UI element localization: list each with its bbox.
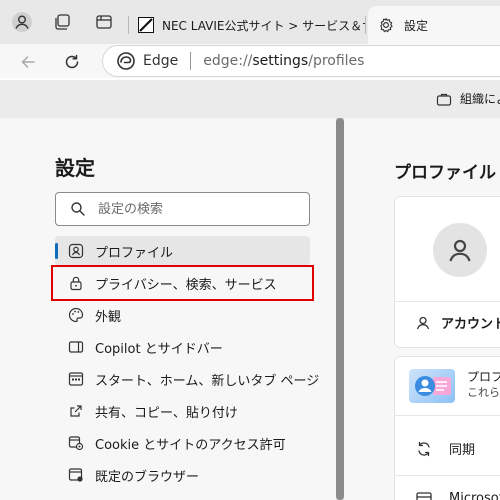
nec-favicon-icon	[138, 17, 154, 33]
list-divider	[395, 475, 500, 476]
sidebar-item-copilot-sidebar[interactable]: Copilot とサイドバー	[55, 332, 310, 362]
promo-row[interactable]: プロフ これら	[409, 369, 500, 403]
settings-search-box[interactable]	[55, 192, 310, 226]
palette-icon	[67, 306, 85, 324]
share-icon	[67, 402, 85, 420]
navigation-bar: Edge edge://settings/profiles	[0, 44, 500, 78]
page-title: 設定	[55, 156, 95, 180]
cookie-icon	[67, 434, 85, 452]
section-title: プロファイル	[394, 163, 496, 183]
sidebar-item-label: Copilot とサイドバー	[95, 341, 223, 357]
list-divider	[395, 415, 500, 416]
profile-icon	[67, 242, 85, 260]
edge-logo-icon	[117, 52, 135, 70]
sidebar-item-start-home[interactable]: スタート、ホーム、新しいタブ ページ	[55, 364, 319, 394]
promo-title: プロフ	[467, 370, 500, 384]
address-bar[interactable]: Edge edge://settings/profiles	[102, 45, 500, 77]
sidebar-item-appearance[interactable]: 外観	[55, 300, 310, 330]
address-url: edge://settings/profiles	[203, 53, 365, 69]
search-input[interactable]	[98, 201, 288, 217]
account-icon	[416, 316, 430, 329]
managed-infobar: 組織によ	[0, 80, 500, 118]
sidebar-item-label: 共有、コピー、貼り付け	[95, 405, 238, 421]
person-icon	[449, 239, 471, 262]
start-page-icon	[67, 370, 85, 388]
sidebar-item-share-copy-paste[interactable]: 共有、コピー、貼り付け	[55, 396, 310, 426]
profile-avatar-icon[interactable]	[8, 8, 36, 36]
microsoft-rewards-icon	[416, 492, 432, 500]
managed-notice[interactable]: 組織によ	[436, 90, 500, 107]
sidebar-item-label: スタート、ホーム、新しいタブ ページ	[95, 373, 320, 389]
highlight-annotation	[51, 265, 314, 301]
sync-row[interactable]: 同期	[415, 439, 475, 458]
tab-title: NEC LAVIE公式サイト > サービス＆サ	[162, 18, 366, 33]
sidebar-item-label: プロファイル	[95, 245, 174, 261]
microsoft-label: Microsof	[449, 490, 500, 500]
promo-subtitle: これら	[467, 386, 500, 399]
workspaces-icon[interactable]	[48, 8, 76, 36]
sidebar-scrollbar[interactable]	[336, 118, 344, 500]
back-button[interactable]	[14, 48, 42, 76]
gear-icon	[380, 17, 393, 33]
refresh-button[interactable]	[58, 48, 86, 76]
back-arrow-icon	[21, 56, 35, 68]
sidebar-icon	[67, 338, 85, 356]
address-separator	[190, 52, 192, 70]
briefcase-icon	[436, 93, 452, 106]
sidebar-item-default-browser[interactable]: 既定のブラウザー	[55, 460, 310, 490]
address-brand: Edge	[143, 53, 179, 69]
default-browser-icon	[67, 466, 85, 484]
tab-nec-lavie[interactable]: NEC LAVIE公式サイト > サービス＆サ	[128, 6, 366, 44]
tab-title: 設定	[404, 18, 429, 33]
sidebar-item-cookies-permissions[interactable]: Cookie とサイトのアクセス許可	[55, 428, 310, 458]
managed-notice-text: 組織によ	[460, 92, 500, 106]
sidebar-item-profiles[interactable]: プロファイル	[55, 236, 310, 266]
avatar[interactable]	[433, 223, 487, 277]
refresh-icon	[65, 54, 79, 69]
account-row[interactable]: アカウント	[415, 313, 500, 332]
sync-icon	[418, 441, 430, 456]
profile-illustration-icon	[409, 369, 455, 403]
settings-page: 設定 プロファイル プライバシー、検索、サービス 外観 Copilot とサイド…	[0, 118, 500, 500]
account-label: アカウント	[441, 317, 500, 332]
card-divider	[395, 301, 500, 302]
sidebar-item-label: 外観	[95, 309, 122, 325]
search-icon	[71, 202, 85, 216]
microsoft-row[interactable]: Microsof	[415, 489, 500, 500]
tab-strip: NEC LAVIE公式サイト > サービス＆サ 設定	[0, 0, 500, 44]
tab-settings[interactable]: 設定	[368, 6, 500, 44]
sidebar-item-label: 既定のブラウザー	[95, 469, 200, 485]
sync-label: 同期	[449, 443, 476, 458]
sidebar-item-label: Cookie とサイトのアクセス許可	[95, 437, 286, 453]
vertical-tabs-icon[interactable]	[90, 8, 118, 36]
profile-settings-list: プロフ これら 同期 Microsof	[394, 356, 500, 500]
profile-card: アカウント	[394, 196, 500, 348]
